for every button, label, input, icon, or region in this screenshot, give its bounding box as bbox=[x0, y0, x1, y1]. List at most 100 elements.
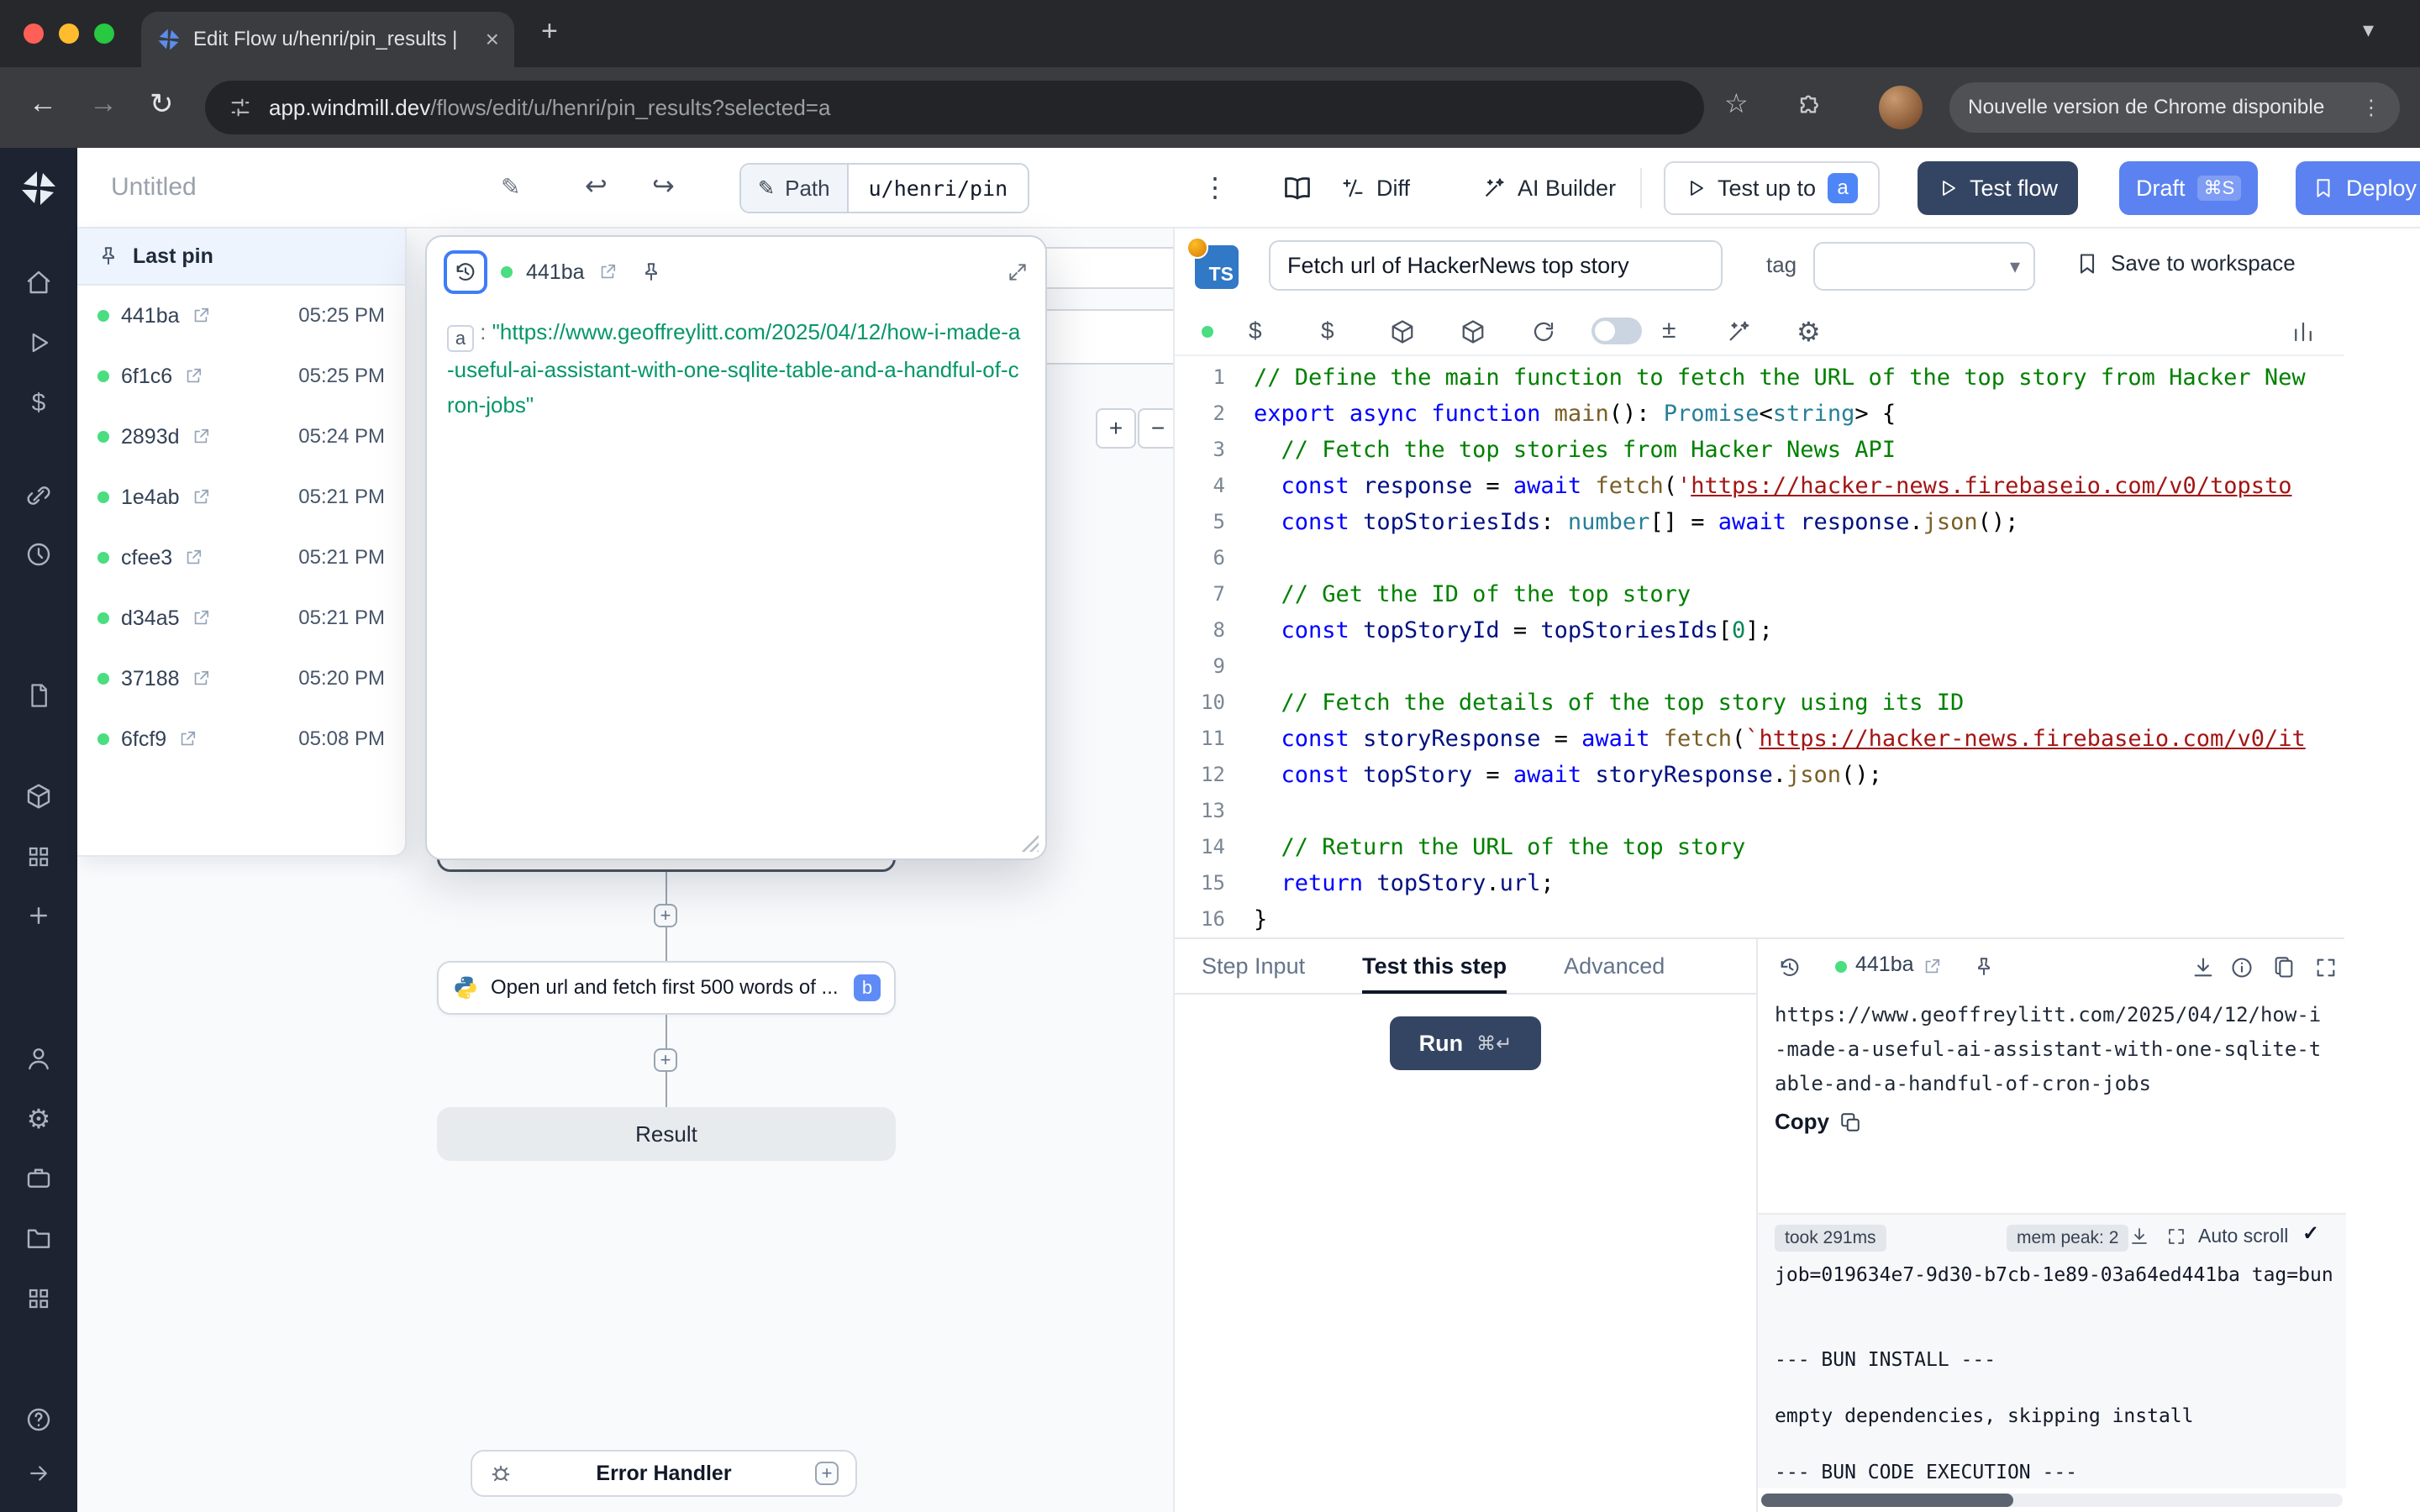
pin-icon[interactable] bbox=[640, 261, 662, 283]
log-scrollbar-thumb[interactable] bbox=[1761, 1494, 2013, 1507]
pin-icon[interactable] bbox=[1973, 956, 1995, 978]
reload-icon[interactable] bbox=[1531, 319, 1556, 344]
expand-popup-icon[interactable] bbox=[1007, 261, 1028, 283]
undo-button[interactable]: ↩ bbox=[585, 170, 608, 202]
external-link-icon[interactable] bbox=[192, 669, 210, 688]
info-icon[interactable] bbox=[2230, 956, 2254, 979]
sidebar-flows-icon[interactable] bbox=[25, 783, 52, 810]
sidebar-user-icon[interactable] bbox=[25, 1045, 52, 1072]
external-link-icon[interactable] bbox=[192, 428, 210, 446]
auto-scroll-checkbox[interactable]: ✓ bbox=[2302, 1221, 2319, 1246]
flow-node-b[interactable]: Open url and fetch first 500 words of ..… bbox=[437, 961, 896, 1015]
tab-close-icon[interactable]: × bbox=[486, 28, 499, 51]
cost-icon[interactable]: $ bbox=[1249, 318, 1262, 344]
error-handler-node[interactable]: Error Handler + bbox=[471, 1450, 857, 1497]
zoom-in-button[interactable]: + bbox=[1096, 408, 1136, 449]
error-handler-add-button[interactable]: + bbox=[815, 1462, 839, 1485]
external-link-icon[interactable] bbox=[184, 549, 203, 567]
clipboard-icon[interactable] bbox=[2272, 956, 2296, 979]
sidebar-apps-icon[interactable] bbox=[25, 843, 52, 870]
ai-builder-button[interactable]: AI Builder bbox=[1472, 161, 1626, 215]
editor-settings-gear-icon[interactable]: ⚙ bbox=[1797, 316, 1821, 348]
code-line[interactable]: 9 bbox=[1175, 648, 2344, 685]
code-line[interactable]: 8 const topStoryId = topStoriesIds[0]; bbox=[1175, 612, 2344, 648]
test-up-to-button[interactable]: Test up to a bbox=[1664, 161, 1880, 215]
back-button[interactable]: ← bbox=[29, 87, 57, 120]
run-button[interactable]: Run ⌘↵ bbox=[1390, 1016, 1541, 1070]
expand-logs-icon[interactable] bbox=[2166, 1226, 2186, 1247]
tab-step-input[interactable]: Step Input bbox=[1202, 938, 1305, 994]
sidebar-resources-icon[interactable] bbox=[25, 482, 52, 509]
download-result-icon[interactable] bbox=[2191, 956, 2215, 979]
last-pin-row[interactable]: 6f1c6 05:25 PM bbox=[77, 346, 405, 407]
resize-handle[interactable] bbox=[1020, 833, 1039, 852]
last-pin-row[interactable]: 441ba 05:25 PM bbox=[77, 286, 405, 346]
window-zoom-button[interactable] bbox=[94, 24, 114, 44]
deploy-button[interactable]: Deploy bbox=[2296, 161, 2420, 215]
external-link-icon[interactable] bbox=[1923, 958, 1941, 976]
sidebar-logs-icon[interactable] bbox=[25, 1285, 52, 1312]
code-line[interactable]: 1// Define the main function to fetch th… bbox=[1175, 360, 2344, 396]
sidebar-variables-icon[interactable]: $ bbox=[25, 390, 52, 417]
last-pin-row[interactable]: 2893d 05:24 PM bbox=[77, 407, 405, 467]
insert-step-button[interactable]: + bbox=[654, 1048, 677, 1072]
code-line[interactable]: 6 bbox=[1175, 540, 2344, 576]
tab-advanced[interactable]: Advanced bbox=[1564, 938, 1665, 994]
test-flow-button[interactable]: Test flow bbox=[1918, 161, 2078, 215]
reload-button[interactable]: ↻ bbox=[150, 87, 174, 121]
code-line[interactable]: 7 // Get the ID of the top story bbox=[1175, 576, 2344, 612]
code-line[interactable]: 13 bbox=[1175, 793, 2344, 829]
sidebar-workers-icon[interactable] bbox=[25, 1164, 52, 1191]
insert-step-button[interactable]: + bbox=[654, 904, 677, 927]
editor-toggle[interactable] bbox=[1591, 318, 1642, 344]
sidebar-settings-icon[interactable]: ⚙ bbox=[25, 1105, 52, 1132]
ai-wand-icon[interactable] bbox=[1726, 319, 1751, 344]
external-link-icon[interactable] bbox=[192, 307, 210, 325]
history-icon[interactable] bbox=[1778, 956, 1802, 979]
external-link-icon[interactable] bbox=[192, 609, 210, 627]
dependencies-icon[interactable] bbox=[1390, 319, 1415, 344]
history-button[interactable] bbox=[444, 250, 487, 294]
sidebar-schedules-icon[interactable] bbox=[25, 541, 52, 568]
download-logs-icon[interactable] bbox=[2129, 1226, 2149, 1247]
docs-book-icon[interactable] bbox=[1282, 173, 1313, 203]
package-icon[interactable] bbox=[1460, 319, 1486, 344]
code-line[interactable]: 15 return topStory.url; bbox=[1175, 865, 2344, 901]
tag-select[interactable]: ▾ bbox=[1813, 242, 2035, 291]
diff-button[interactable]: Diff bbox=[1331, 161, 1420, 215]
last-pin-row[interactable]: 1e4ab 05:21 PM bbox=[77, 467, 405, 528]
save-to-workspace-button[interactable]: Save to workspace bbox=[2075, 250, 2296, 276]
code-line[interactable]: 14 // Return the URL of the top story bbox=[1175, 829, 2344, 865]
edit-title-pencil-icon[interactable]: ✎ bbox=[501, 173, 520, 201]
code-line[interactable]: 12 const topStory = await storyResponse.… bbox=[1175, 757, 2344, 793]
sidebar-folders-icon[interactable] bbox=[25, 1225, 52, 1252]
site-settings-icon[interactable] bbox=[229, 96, 252, 119]
url-bar[interactable]: app.windmill.dev/flows/edit/u/henri/pin_… bbox=[205, 81, 1704, 134]
extensions-puzzle-icon[interactable] bbox=[1795, 94, 1822, 121]
code-line[interactable]: 5 const topStoriesIds: number[] = await … bbox=[1175, 504, 2344, 540]
more-options-kebab-icon[interactable]: ⋮ bbox=[1202, 171, 1228, 203]
code-line[interactable]: 2export async function main(): Promise<s… bbox=[1175, 396, 2344, 432]
sidebar-help-icon[interactable] bbox=[25, 1406, 52, 1433]
external-link-icon[interactable] bbox=[184, 367, 203, 386]
draft-button[interactable]: Draft ⌘S bbox=[2119, 161, 2258, 215]
sidebar-home-icon[interactable] bbox=[25, 269, 52, 296]
code-line[interactable]: 11 const storyResponse = await fetch(`ht… bbox=[1175, 721, 2344, 757]
step-summary-input[interactable] bbox=[1269, 240, 1723, 291]
window-close-button[interactable] bbox=[24, 24, 44, 44]
zoom-out-button[interactable]: − bbox=[1138, 408, 1173, 449]
path-control[interactable]: ✎ Path u/henri/pin bbox=[739, 163, 1029, 213]
code-line[interactable]: 16} bbox=[1175, 901, 2344, 937]
code-line[interactable]: 3 // Fetch the top stories from Hacker N… bbox=[1175, 432, 2344, 468]
flow-title[interactable]: Untitled bbox=[111, 173, 197, 202]
last-pin-row[interactable]: d34a5 05:21 PM bbox=[77, 588, 405, 648]
sidebar-collapse-icon[interactable] bbox=[25, 1460, 52, 1487]
browser-tab[interactable]: Edit Flow u/henri/pin_results | × bbox=[141, 12, 514, 67]
copy-result-button[interactable]: Copy bbox=[1775, 1109, 1861, 1135]
new-tab-button[interactable]: + bbox=[541, 15, 558, 48]
window-minimize-button[interactable] bbox=[59, 24, 79, 44]
fullscreen-icon[interactable] bbox=[2314, 956, 2338, 979]
sidebar-scripts-icon[interactable] bbox=[25, 682, 52, 709]
tab-test-this-step[interactable]: Test this step bbox=[1362, 938, 1507, 994]
windmill-logo-icon[interactable] bbox=[18, 168, 59, 208]
